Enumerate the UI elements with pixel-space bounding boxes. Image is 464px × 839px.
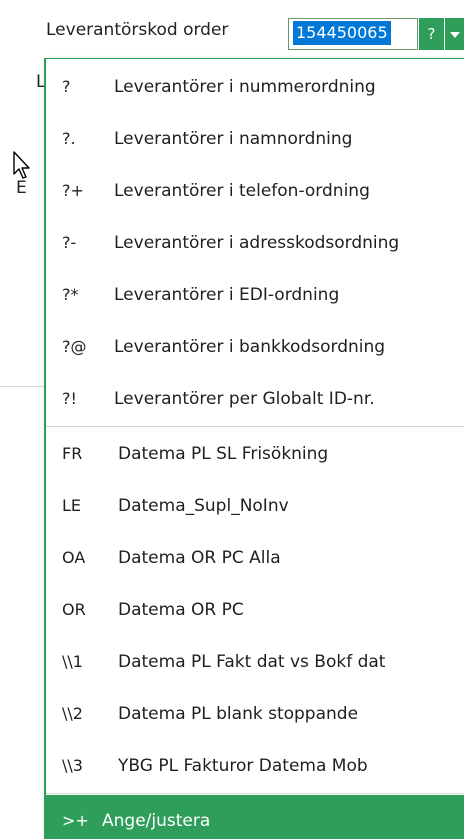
menu-item-label: Leverantörer i adresskodsordning xyxy=(114,233,400,253)
supplier-code-input[interactable]: 154450065 xyxy=(288,18,418,50)
menu-item[interactable]: OA Datema OR PC Alla xyxy=(46,532,464,584)
menu-item[interactable]: \\2 Datema PL blank stoppande xyxy=(46,688,464,740)
menu-item-adjust[interactable]: >+ Ange/justera xyxy=(46,795,464,839)
menu-item-label: Leverantörer i EDI-ordning xyxy=(114,285,340,305)
menu-item[interactable]: ?+ Leverantörer i telefon-ordning xyxy=(46,165,464,217)
menu-item[interactable]: OR Datema OR PC xyxy=(46,584,464,636)
menu-item-label: Datema OR PC Alla xyxy=(118,548,281,568)
menu-item-code: OR xyxy=(62,600,86,619)
chevron-down-icon xyxy=(450,32,460,38)
menu-item-code: ? xyxy=(62,77,71,96)
menu-item[interactable]: \\1 Datema PL Fakt dat vs Bokf dat xyxy=(46,636,464,688)
menu-item[interactable]: ?. Leverantörer i namnordning xyxy=(46,113,464,165)
menu-item-code: OA xyxy=(62,548,86,567)
menu-item[interactable]: ?- Leverantörer i adresskodsordning xyxy=(46,217,464,269)
menu-item[interactable]: ?* Leverantörer i EDI-ordning xyxy=(46,269,464,321)
menu-item-code: ?* xyxy=(62,285,79,304)
menu-item-label: Ange/justera xyxy=(102,811,211,831)
menu-separator xyxy=(46,793,464,794)
menu-item-label: Leverantörer i nummerordning xyxy=(114,77,376,97)
menu-item-label: Leverantörer i namnordning xyxy=(114,129,353,149)
menu-item-code: ?! xyxy=(62,389,77,408)
menu-item-label: Datema_Supl_NoInv xyxy=(118,496,289,516)
menu-item-code: ?@ xyxy=(62,337,87,356)
menu-item-label: Datema PL Fakt dat vs Bokf dat xyxy=(118,652,386,672)
menu-item[interactable]: \\3 YBG PL Fakturor Datema Mob xyxy=(46,740,464,792)
menu-item-label: Datema OR PC xyxy=(118,600,244,620)
supplier-lookup-dropdown: ? Leverantörer i nummerordning?. Leverantö… xyxy=(44,58,464,839)
menu-item-code: ?+ xyxy=(62,181,84,200)
background-divider xyxy=(0,386,46,387)
menu-item-label: Leverantörer per Globalt ID-nr. xyxy=(114,389,375,409)
menu-separator xyxy=(46,426,464,427)
menu-item[interactable]: ?! Leverantörer per Globalt ID-nr. xyxy=(46,373,464,425)
menu-item-label: Datema PL SL Frisökning xyxy=(118,444,329,464)
menu-item[interactable]: FR Datema PL SL Frisökning xyxy=(46,428,464,480)
menu-item-code: >+ xyxy=(62,811,89,830)
menu-item[interactable]: ? Leverantörer i nummerordning xyxy=(46,61,464,113)
menu-item-code: \\2 xyxy=(62,704,83,723)
supplier-code-label: Leverantörskod order xyxy=(46,20,229,40)
menu-item-code: \\3 xyxy=(62,756,83,775)
menu-item-code: LE xyxy=(62,496,82,515)
menu-item-code: \\1 xyxy=(62,652,83,671)
app-window: Leverantörskod order 154450065 ? L E ? Le… xyxy=(0,0,464,839)
supplier-code-value[interactable]: 154450065 xyxy=(293,21,391,45)
dropdown-button[interactable] xyxy=(445,18,464,50)
menu-item-label: Leverantörer i telefon-ordning xyxy=(114,181,370,201)
mouse-pointer-icon xyxy=(13,151,30,179)
query-button[interactable]: ? xyxy=(419,18,444,50)
menu-item-label: Leverantörer i bankkodsordning xyxy=(114,337,386,357)
menu-item[interactable]: LE Datema_Supl_NoInv xyxy=(46,480,464,532)
menu-item-code: ?- xyxy=(62,233,77,252)
menu-item-code: FR xyxy=(62,444,83,463)
menu-item-label: Datema PL blank stoppande xyxy=(118,704,359,724)
menu-item-code: ?. xyxy=(62,129,76,148)
menu-item-label: YBG PL Fakturor Datema Mob xyxy=(118,756,368,776)
menu-item[interactable]: ?@ Leverantörer i bankkodsordning xyxy=(46,321,464,373)
